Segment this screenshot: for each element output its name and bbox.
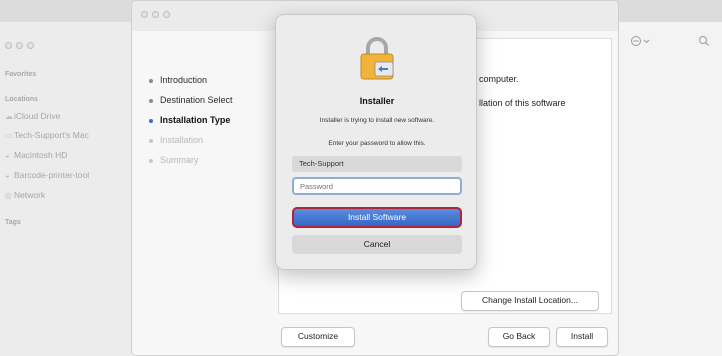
installer-minimize-button[interactable] — [152, 11, 159, 18]
install-software-button[interactable]: Install Software — [292, 207, 462, 228]
dialog-prompt: Enter your password to allow this. — [328, 140, 426, 147]
auth-dialog: Installer Installer is trying to install… — [275, 14, 477, 270]
finder-minimize-button[interactable] — [16, 42, 23, 49]
finder-sidebar: Favorites Locations ☁iCloud Drive ▭Tech-… — [0, 22, 132, 356]
sidebar-heading-locations: Locations — [5, 96, 39, 103]
installer-zoom-button[interactable] — [163, 11, 170, 18]
sidebar-item-barcode-printer-tool[interactable]: ◒ Barcode-printer-tool — [5, 170, 89, 180]
sidebar-item-tech-support-mac[interactable]: ▭Tech-Support's Mac — [5, 130, 89, 140]
finder-zoom-button[interactable] — [27, 42, 34, 49]
disk-icon: ◒ — [5, 171, 10, 180]
globe-icon: ◎ — [5, 191, 12, 200]
step-bullet-current — [149, 118, 153, 123]
disk-icon: ◒ — [5, 151, 10, 160]
step-destination-select: Destination Select — [149, 95, 233, 105]
step-bullet — [149, 158, 153, 163]
sidebar-item-label: Tech-Support's Mac — [14, 130, 89, 140]
sidebar-item-macintosh-hd[interactable]: ◒ Macintosh HD — [5, 150, 67, 160]
cloud-icon: ☁ — [5, 112, 13, 121]
step-installation: Installation — [149, 135, 203, 145]
sidebar-item-icloud-drive[interactable]: ☁iCloud Drive — [5, 111, 60, 121]
sidebar-item-label: Barcode-printer-tool — [14, 170, 90, 180]
sidebar-item-label: Macintosh HD — [14, 150, 68, 160]
step-summary: Summary — [149, 155, 199, 165]
more-options-icon[interactable] — [630, 35, 652, 47]
step-installation-type: Installation Type — [149, 115, 230, 125]
laptop-icon: ▭ — [5, 131, 13, 140]
finder-close-button[interactable] — [5, 42, 12, 49]
step-bullet — [149, 98, 153, 103]
sidebar-item-label: iCloud Drive — [14, 111, 61, 121]
step-introduction: Introduction — [149, 75, 207, 85]
install-button[interactable]: Install — [556, 327, 608, 347]
dialog-title: Installer — [359, 96, 395, 106]
pane-text-line-2: llation of this software — [479, 98, 566, 108]
change-install-location-button[interactable]: Change Install Location... — [461, 291, 599, 311]
cancel-button[interactable]: Cancel — [292, 235, 462, 254]
step-bullet — [149, 78, 153, 83]
sidebar-item-label: Network — [14, 190, 46, 200]
sidebar-heading-favorites: Favorites — [5, 71, 37, 78]
customize-button[interactable]: Customize — [281, 327, 355, 347]
username-field[interactable]: Tech-Support — [292, 156, 462, 172]
search-icon[interactable] — [698, 35, 710, 47]
sidebar-item-network[interactable]: ◎ Network — [5, 190, 45, 200]
installer-close-button[interactable] — [141, 11, 148, 18]
dialog-message: Installer is trying to install new softw… — [319, 117, 435, 124]
step-bullet — [149, 138, 153, 143]
pane-text-line-1: computer. — [479, 74, 519, 84]
go-back-button[interactable]: Go Back — [488, 327, 550, 347]
sidebar-heading-tags: Tags — [5, 219, 21, 226]
lock-icon — [360, 37, 394, 80]
password-field[interactable] — [292, 177, 462, 195]
